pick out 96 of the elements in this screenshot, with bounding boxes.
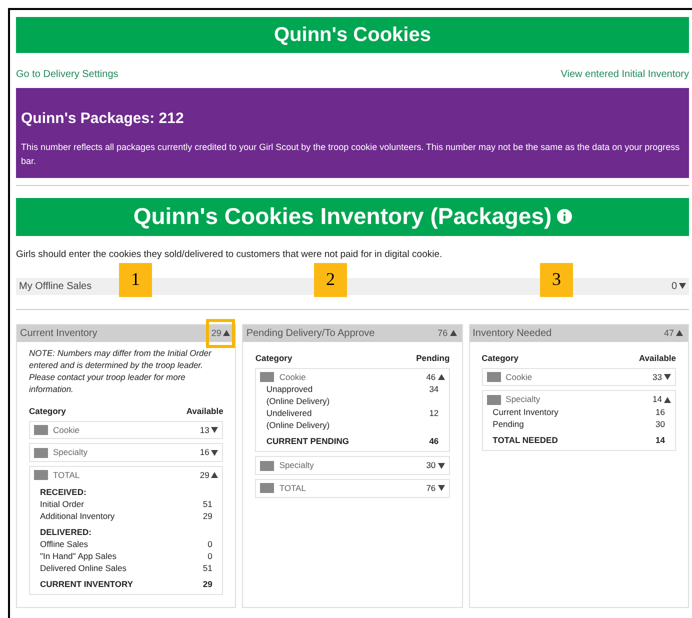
text-link[interactable]: View entered Initial Inventory [560,67,689,82]
panel-title: Inventory Needed [472,326,552,341]
column-header: Available [186,404,224,418]
total-label: CURRENT PENDING [266,435,349,448]
detail-label: Unapproved (Online Delivery) [266,383,330,408]
detail-label: Additional Inventory [40,510,115,522]
category-value: 76 [426,482,436,495]
total-label: CURRENT INVENTORY [40,578,134,590]
callout-marker: 3 [540,262,573,297]
detail-value: 0 [206,538,212,550]
callout-marker: 1 [119,262,152,297]
category-name: Specialty [279,459,314,472]
detail-value: 34 [428,383,439,396]
detail-label: "In Hand" App Sales [40,550,116,562]
caret-down-icon[interactable] [211,450,218,456]
category-value: 13 [200,424,210,436]
panel-total[interactable]: 29 [209,322,232,345]
detail-value: 51 [202,498,212,510]
column-header: Available [638,352,676,364]
offline-sales-value: 0 [671,280,677,294]
column-header: Category [482,352,518,364]
column-header: Pending [416,352,450,364]
caret-up-icon[interactable] [676,330,683,336]
category-swatch-icon [34,424,48,435]
inventory-title: Quinn's Cookies Inventory (Packages) [133,202,552,232]
detail-label: Undelivered (Online Delivery) [266,407,330,432]
category-name: Cookie [53,424,80,436]
caret-down-icon[interactable] [679,283,686,290]
category-row[interactable]: TOTAL 29 RECEIVED: Initial Order 51 Additional Inventory 29 DELIVERED: Offline Sales 0 "In Hand" App Sales 0 Delivered Online Sales 51 CURRENT INVENTORY 29 [29,466,224,595]
category-name: Specialty [53,446,88,459]
packages-description: This number reflects all packages currently credited to your Girl Scout by the troop cookie volunteers. This number may not be the same as the data on your progress bar. [21,140,681,168]
panel-total[interactable]: 76 [436,326,459,340]
category-row[interactable]: Specialty 14 Current Inventory 16 Pending 30 TOTAL NEEDED 14 [482,390,676,451]
category-name: Cookie [279,370,306,384]
caret-up-icon[interactable] [223,330,230,336]
detail-label: Pending [492,418,524,430]
detail-value: 16 [654,406,665,418]
total-value: 14 [654,434,665,446]
caret-down-icon[interactable] [438,462,445,469]
category-name: Cookie [506,370,532,384]
offline-sales-label: My Offline Sales [19,280,92,294]
category-swatch-icon [34,448,48,458]
text-link[interactable]: Go to Delivery Settings [16,67,118,82]
total-label: TOTAL NEEDED [492,434,558,446]
detail-value: 29 [202,510,212,522]
caret-up-icon[interactable] [664,396,671,403]
note-text: NOTE: Numbers may differ from the Initial Order entered and is determined by the troop leader. Please contact your troop leader for more information. [29,346,212,395]
total-value: 46 [428,435,439,448]
detail-label: Current Inventory [492,406,558,418]
category-name: TOTAL [279,482,306,495]
caret-down-icon[interactable] [664,374,671,380]
category-value: 16 [200,446,210,459]
caret-down-icon[interactable] [438,485,445,492]
caret-up-icon[interactable] [211,472,218,478]
column-header: Category [255,352,292,364]
category-value: 14 [652,393,662,406]
detail-label: Delivered Online Sales [40,562,126,574]
caret-down-icon[interactable] [211,426,218,433]
detail-value: 30 [654,418,665,430]
category-swatch-icon [260,483,274,494]
caret-up-icon[interactable] [438,374,445,380]
panel-title: Current Inventory [20,326,98,341]
panel-title: Pending Delivery/To Approve [246,326,375,341]
detail-value: 51 [202,562,212,574]
category-value: 30 [426,459,436,472]
total-value: 29 [202,578,212,590]
packages-title: Quinn's Packages: 212 [21,109,185,129]
category-value: 29 [200,469,210,482]
caret-up-icon[interactable] [450,330,457,336]
category-row[interactable]: Cookie 33 [482,368,676,386]
category-swatch-icon [486,372,501,382]
category-value: 33 [652,370,662,384]
category-name: Specialty [506,393,540,406]
detail-label: Offline Sales [40,538,88,550]
callout-marker: 2 [314,262,347,297]
category-swatch-icon [34,470,48,480]
category-row[interactable]: Specialty 16 [29,443,224,462]
detail-label: Initial Order [40,498,84,510]
panel-total[interactable]: 47 [662,326,685,340]
category-value: 46 [426,370,436,384]
section-heading: RECEIVED: [40,486,88,498]
category-row[interactable]: Specialty 30 [255,456,450,475]
category-swatch-icon [260,460,274,471]
category-row[interactable]: Cookie 13 [29,420,224,440]
section-heading: DELIVERED: [40,526,92,538]
category-row[interactable]: Cookie 46 Unapproved (Online Delivery) 34 Undelivered (Online Delivery) 12 CURRENT PENDING 46 [255,368,450,452]
category-swatch-icon [486,394,501,405]
category-row[interactable]: TOTAL 76 [255,479,450,498]
detail-value: 12 [428,407,439,420]
instructions-text: Girls should enter the cookies they sold/delivered to customers that were not paid for in digital cookie. [16,248,444,262]
column-header: Category [29,404,66,418]
page-title: Quinn's Cookies [274,23,431,48]
category-name: TOTAL [53,469,80,482]
category-swatch-icon [260,372,274,382]
detail-value: 0 [206,550,212,562]
info-icon[interactable] [556,209,572,224]
